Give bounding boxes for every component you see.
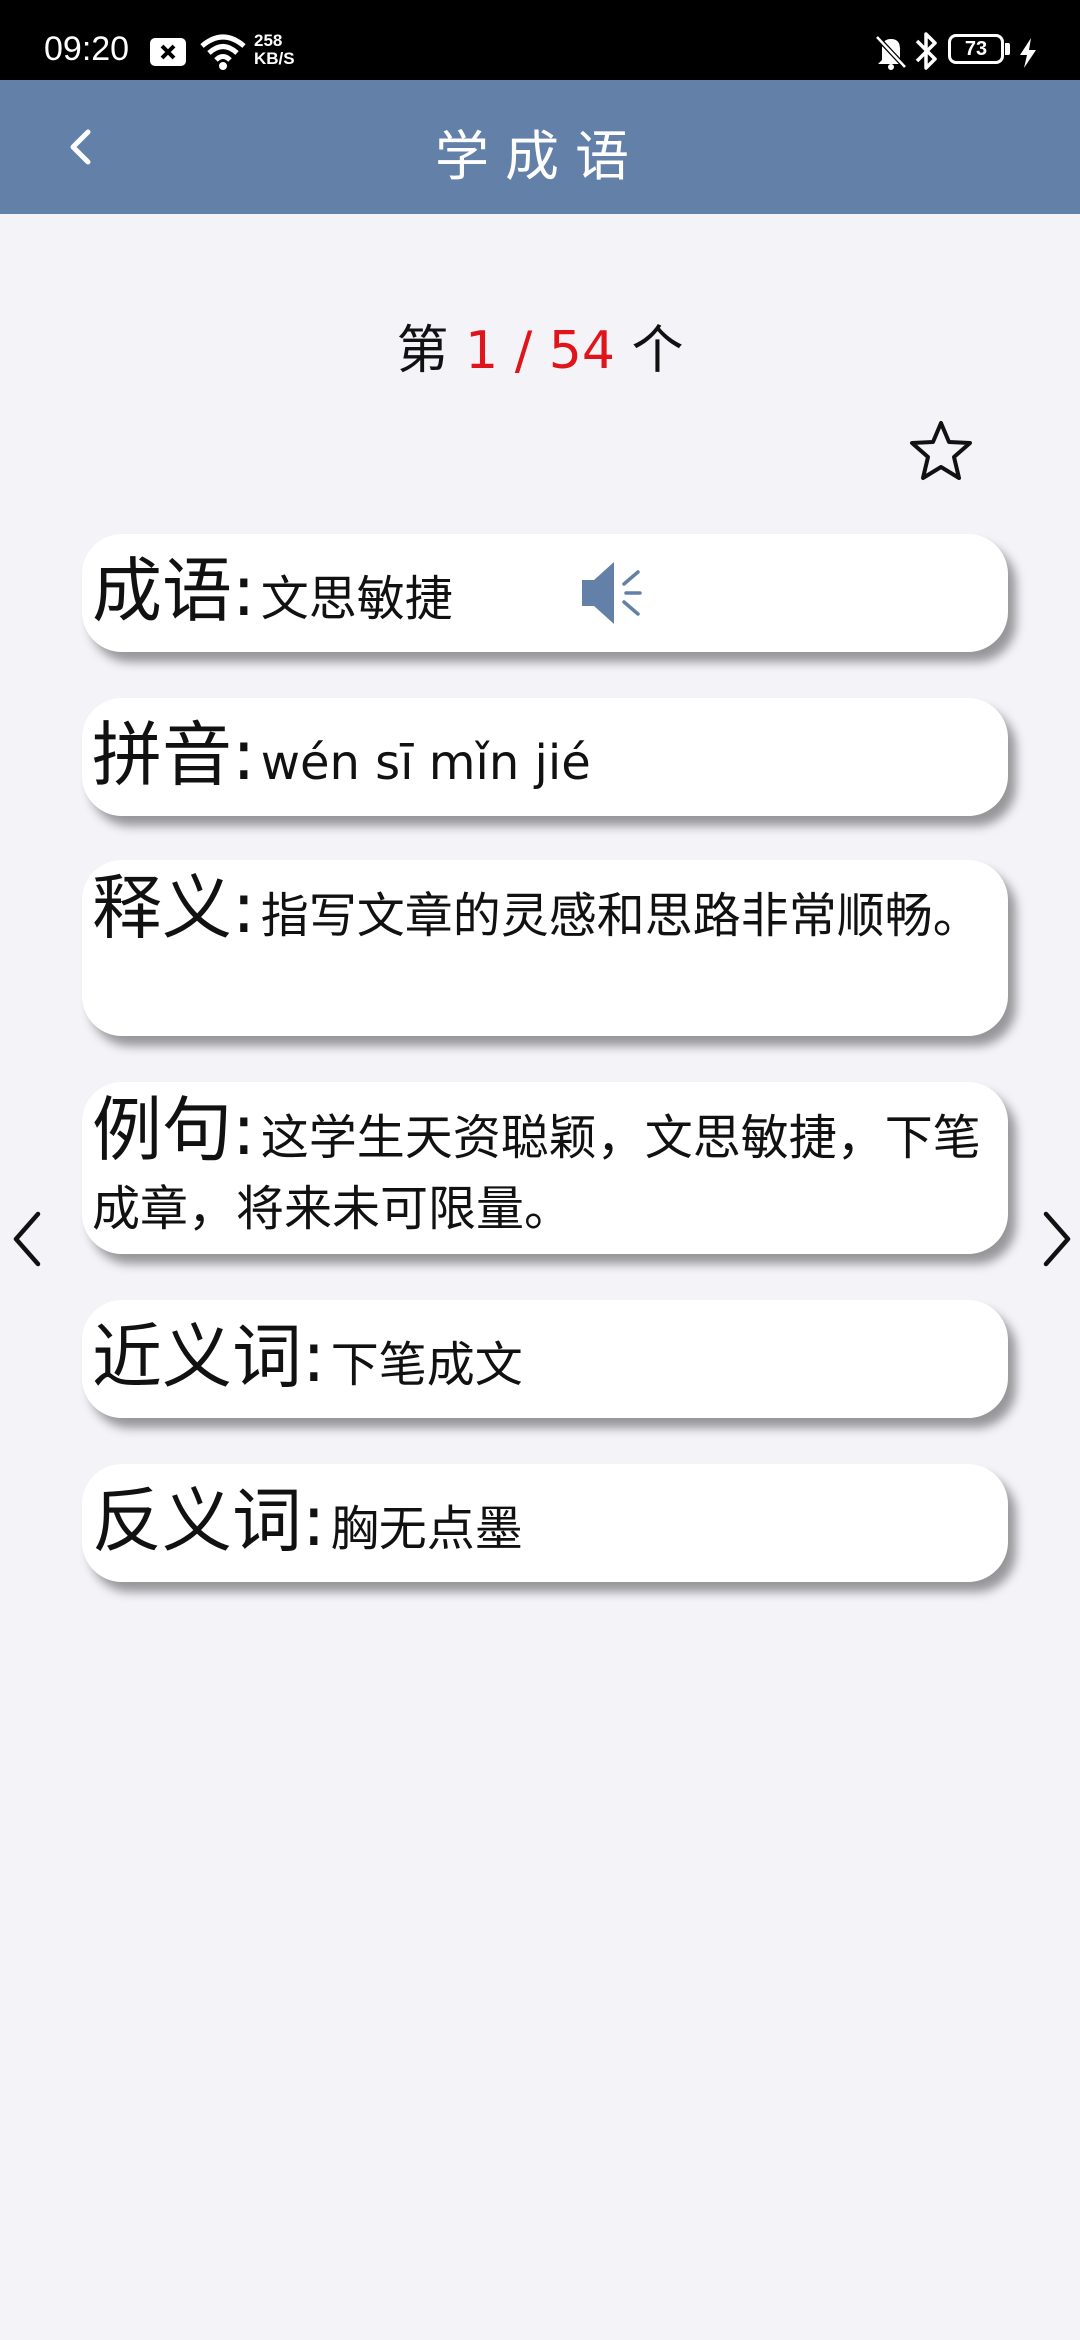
example-label: 例句 [92, 1089, 232, 1171]
antonym-colon: : [302, 1480, 326, 1562]
chevron-right-icon [1043, 1211, 1071, 1267]
page-title: 学成语 [435, 125, 645, 188]
speaker-button[interactable] [578, 556, 648, 630]
pinyin-value: wén sī mǐn jié [260, 735, 591, 791]
counter-total: 54 [548, 321, 615, 381]
antonym-card: 反义词: 胸无点墨 [82, 1464, 1008, 1582]
counter-prefix: 第 [396, 321, 449, 381]
battery-icon: 73 [948, 34, 1004, 64]
antonym-value: 胸无点墨 [330, 1501, 523, 1557]
chevron-left-icon [13, 1211, 41, 1267]
battery-level: 73 [964, 38, 988, 60]
meaning-card: 释义: 指写文章的灵感和思路非常顺畅。 [82, 860, 1008, 1036]
pinyin-colon: : [232, 714, 256, 796]
counter-current: 1 [465, 321, 499, 381]
net-speed: 258 KB/S [254, 32, 295, 68]
mute-icon [874, 34, 908, 74]
speaker-icon [582, 562, 642, 624]
charging-icon [1018, 38, 1038, 72]
counter-suffix: 个 [631, 321, 684, 381]
synonym-colon: : [302, 1316, 326, 1398]
pinyin-label: 拼音 [92, 714, 232, 796]
net-speed-value: 258 [254, 31, 283, 50]
example-card: 例句: 这学生天资聪颖，文思敏捷，下笔成章，将来未可限量。 [82, 1082, 1008, 1254]
favorite-button[interactable] [908, 418, 974, 484]
antonym-label: 反义词 [92, 1480, 302, 1562]
pinyin-card: 拼音: wén sī mǐn jié [82, 698, 1008, 816]
meaning-value: 指写文章的灵感和思路非常顺畅。 [260, 888, 981, 944]
previous-button[interactable] [4, 1204, 54, 1274]
idiom-colon: : [232, 550, 256, 632]
meaning-label: 释义 [92, 867, 232, 949]
counter-separator: / [514, 321, 533, 381]
idiom-counter: 第 1 / 54 个 [0, 308, 1080, 383]
synonym-card: 近义词: 下笔成文 [82, 1300, 1008, 1418]
star-icon [910, 421, 972, 480]
synonym-label: 近义词 [92, 1316, 302, 1398]
status-bar: 09:20 258 KB/S 73 [0, 0, 1080, 80]
idiom-label: 成语 [92, 550, 232, 632]
net-speed-unit: KB/S [254, 49, 295, 68]
synonym-value: 下笔成文 [330, 1337, 523, 1393]
battery-tip [1005, 43, 1010, 55]
next-button[interactable] [1030, 1204, 1080, 1274]
status-time: 09:20 [44, 30, 130, 68]
meaning-colon: : [232, 867, 256, 949]
wifi-icon [200, 34, 246, 74]
example-colon: : [232, 1089, 256, 1171]
app-bar: 学成语 [0, 80, 1080, 214]
notification-icon [150, 38, 186, 70]
bluetooth-icon [914, 30, 940, 76]
idiom-card: 成语: 文思敏捷 [82, 534, 1008, 652]
idiom-value: 文思敏捷 [260, 571, 453, 627]
